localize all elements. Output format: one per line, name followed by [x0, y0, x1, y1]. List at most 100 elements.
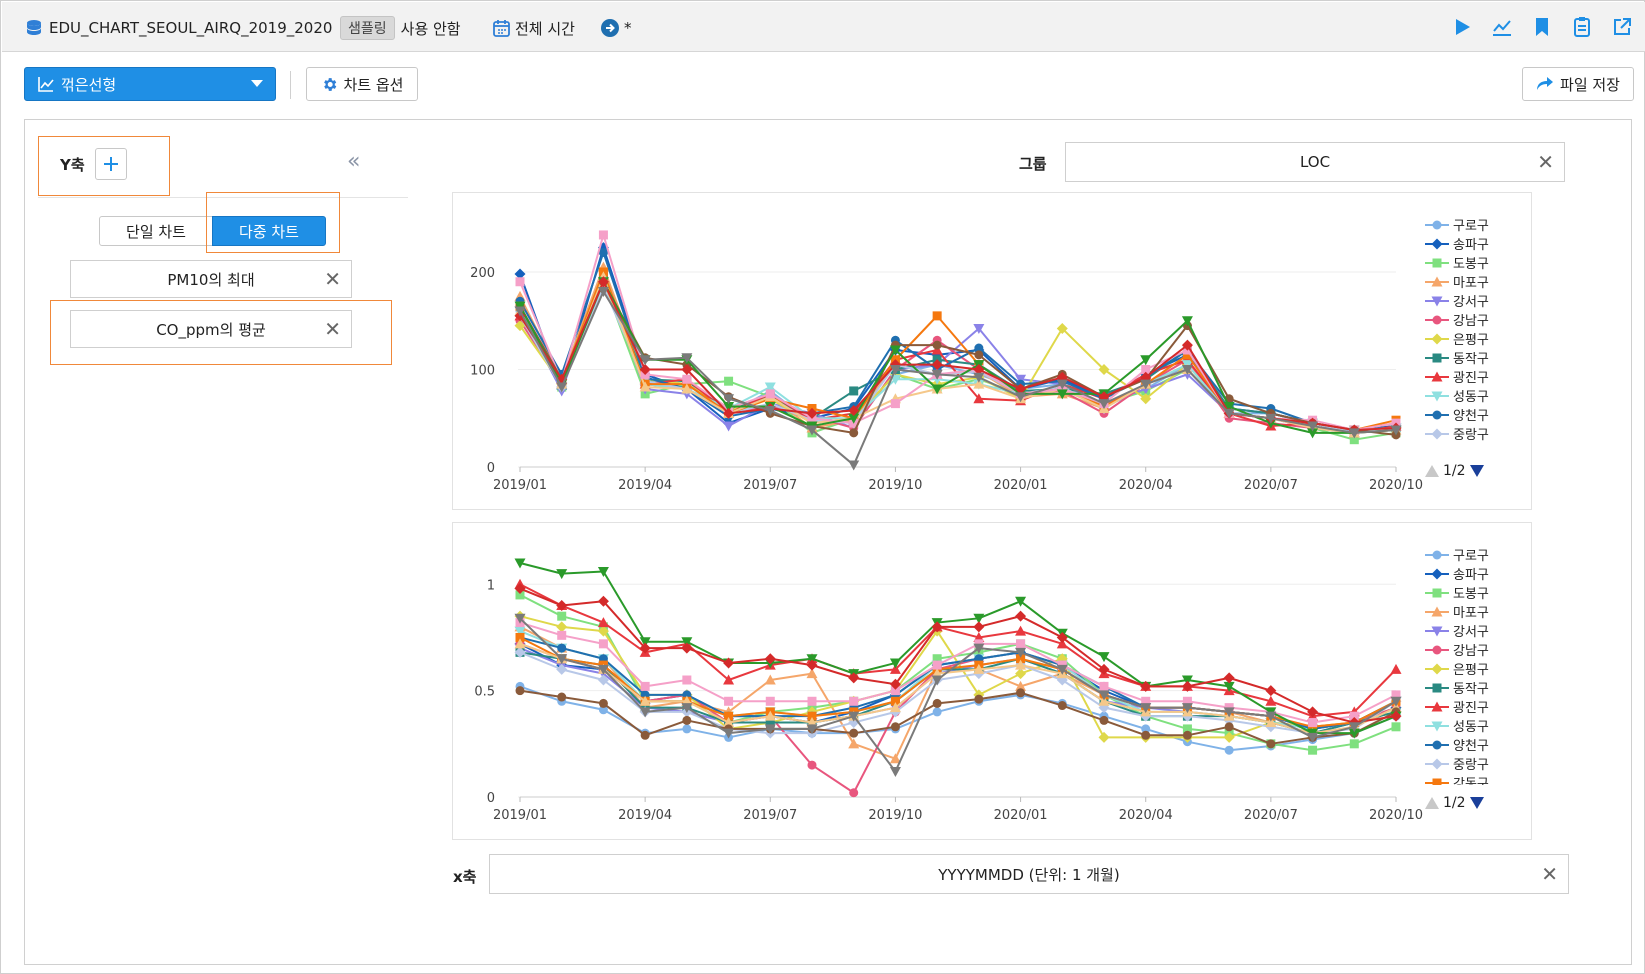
data-point	[557, 630, 567, 640]
data-point	[848, 460, 860, 471]
legend-label: 광진구	[1453, 701, 1489, 716]
time-range-control[interactable]: 전체 시간	[492, 17, 575, 39]
legend-label: 양천구	[1453, 409, 1489, 424]
page-down-icon[interactable]	[1469, 465, 1484, 477]
legend-item[interactable]: 강서구	[1425, 291, 1489, 310]
data-point	[807, 760, 817, 770]
data-point	[849, 428, 859, 438]
play-icon[interactable]	[1451, 16, 1473, 38]
x-tick-label: 2019/04	[618, 808, 672, 823]
legend-label: 양천구	[1453, 739, 1489, 754]
close-icon[interactable]: ✕	[1537, 150, 1554, 174]
legend-item[interactable]: 강남구	[1425, 640, 1489, 659]
legend-item[interactable]: 성동구	[1425, 386, 1489, 405]
data-point	[682, 715, 692, 725]
share-arrow-icon	[1537, 77, 1554, 90]
x-axis-field[interactable]: YYYYMMDD (단위: 1 개월) ✕	[489, 854, 1569, 894]
data-point	[973, 621, 985, 633]
external-link-icon[interactable]	[1611, 16, 1633, 38]
x-tick-label: 2019/07	[743, 808, 797, 823]
close-icon[interactable]: ✕	[1541, 862, 1558, 886]
collapse-icon[interactable]: «	[347, 149, 360, 174]
legend-item[interactable]: 광진구	[1425, 367, 1489, 386]
arrow-right-circle-icon	[601, 19, 619, 37]
data-point	[849, 696, 859, 706]
chart-panel: Y축 « 단일 차트 다중 차트 PM10의 최대 ✕ CO_ppm의 평균 ✕…	[24, 119, 1632, 965]
x-tick-label: 2019/01	[493, 808, 547, 823]
group-field[interactable]: LOC ✕	[1065, 142, 1565, 182]
legend-item[interactable]: 강남구	[1425, 310, 1489, 329]
y-field-pm10[interactable]: PM10의 최대 ✕	[70, 260, 352, 298]
legend-item[interactable]: 마포구	[1425, 602, 1489, 621]
bookmark-icon[interactable]	[1531, 16, 1553, 38]
legend-page-indicator: 1/2	[1443, 463, 1466, 479]
legend-swatch	[1425, 428, 1449, 439]
dataset-title[interactable]: EDU_CHART_SEOUL_AIRQ_2019_2020	[24, 17, 332, 39]
legend-item[interactable]: 마포구	[1425, 272, 1489, 291]
add-y-axis-button[interactable]	[95, 148, 127, 180]
legend-swatch	[1425, 391, 1449, 401]
clipboard-icon[interactable]	[1571, 16, 1593, 38]
close-icon[interactable]: ✕	[324, 267, 341, 291]
legend-item[interactable]: 구로구	[1425, 215, 1489, 234]
multi-chart-highlight	[206, 192, 340, 253]
legend-item[interactable]: 송파구	[1425, 234, 1489, 253]
legend-item[interactable]: 도봉구	[1425, 253, 1489, 272]
page-up-icon[interactable]	[1425, 465, 1439, 477]
data-point	[974, 694, 984, 704]
legend-item[interactable]: 중랑구	[1425, 424, 1489, 443]
data-point	[557, 643, 567, 653]
legend-marker	[1432, 778, 1442, 785]
legend-item[interactable]: 강서구	[1425, 621, 1489, 640]
legend-label: 도봉구	[1453, 257, 1489, 272]
legend-swatch	[1425, 238, 1449, 249]
legend-swatch	[1425, 740, 1449, 749]
chart-type-dropdown[interactable]: 꺾은선형	[24, 67, 276, 101]
data-point	[1098, 731, 1110, 743]
legend-item[interactable]: 양천구	[1425, 735, 1489, 754]
page-up-icon[interactable]	[1425, 797, 1439, 809]
legend-item[interactable]: 중랑구	[1425, 754, 1489, 773]
legend-item[interactable]: 구로구	[1425, 545, 1489, 564]
legend-item[interactable]: 도봉구	[1425, 583, 1489, 602]
chart-options-button[interactable]: 차트 옵션	[306, 67, 418, 101]
gear-icon	[323, 77, 336, 91]
line-chart-icon[interactable]	[1491, 16, 1513, 38]
legend-label: 강서구	[1453, 295, 1489, 310]
legend-item[interactable]: 강동구	[1425, 773, 1489, 785]
plus-icon	[104, 157, 118, 171]
legend-swatch	[1425, 645, 1449, 654]
save-file-button[interactable]: 파일 저장	[1522, 67, 1634, 101]
legend-item[interactable]: 은평구	[1425, 659, 1489, 678]
legend-item[interactable]: 동작구	[1425, 678, 1489, 697]
legend-label: 마포구	[1453, 606, 1489, 621]
legend-item[interactable]: 강동구	[1425, 443, 1489, 445]
legend-item[interactable]: 광진구	[1425, 697, 1489, 716]
x-tick-label: 2020/04	[1119, 478, 1173, 493]
legend-label: 강동구	[1453, 443, 1489, 445]
legend-item[interactable]: 동작구	[1425, 348, 1489, 367]
data-point	[890, 722, 900, 732]
legend-marker	[1432, 683, 1442, 692]
y-tick-label: 0.5	[474, 685, 495, 700]
data-point	[1016, 688, 1026, 698]
single-chart-toggle[interactable]: 단일 차트	[99, 216, 213, 246]
data-point	[1308, 718, 1318, 728]
co-chart-legend: 구로구송파구도봉구마포구강서구강남구은평구동작구광진구성동구양천구중랑구강동구노…	[1425, 545, 1489, 785]
sampling-control[interactable]: 샘플링 사용 안함	[340, 16, 461, 40]
legend-item[interactable]: 성동구	[1425, 716, 1489, 735]
series-line	[519, 233, 1397, 431]
legend-marker	[1432, 353, 1442, 362]
x-tick-label: 2020/07	[1244, 478, 1298, 493]
chart-options-label: 차트 옵션	[343, 75, 404, 94]
data-point	[724, 696, 734, 706]
data-point	[932, 660, 942, 670]
forward-control[interactable]: *	[600, 17, 632, 39]
legend-item[interactable]: 송파구	[1425, 564, 1489, 583]
page-down-icon[interactable]	[1469, 797, 1484, 809]
legend-marker	[1432, 740, 1442, 749]
legend-item[interactable]: 양천구	[1425, 405, 1489, 424]
legend-item[interactable]: 은평구	[1425, 329, 1489, 348]
data-point	[1098, 652, 1110, 663]
series-line	[519, 625, 1397, 760]
